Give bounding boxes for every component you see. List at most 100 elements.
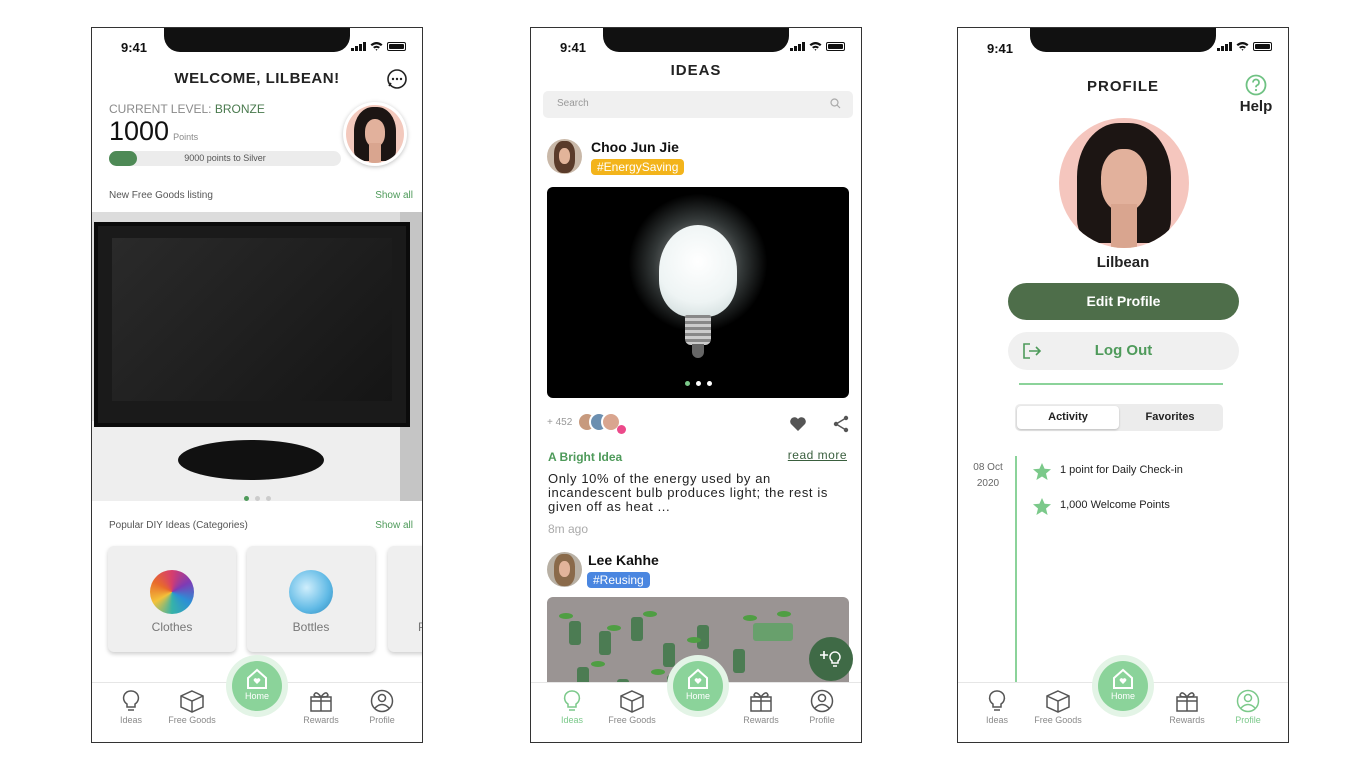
page-title: WELCOME, LILBEAN! xyxy=(174,70,340,87)
nav-free-goods[interactable]: Free Goods xyxy=(1030,689,1086,725)
listing-label: New Free Goods listing xyxy=(109,190,213,201)
nav-label: Rewards xyxy=(743,715,779,725)
nav-profile[interactable]: Profile xyxy=(354,689,410,725)
nav-free-goods[interactable]: Free Goods xyxy=(604,689,660,725)
signal-icon xyxy=(790,42,805,51)
timeline-year: 2020 xyxy=(976,478,1000,489)
box-icon xyxy=(1046,690,1070,713)
search-input[interactable]: Search xyxy=(543,91,853,118)
level-value: BRONZE xyxy=(214,102,265,116)
category-label: Clothes xyxy=(151,620,193,634)
battery-icon xyxy=(387,42,406,51)
nav-label: Ideas xyxy=(560,715,584,725)
avatar[interactable] xyxy=(547,552,582,587)
clothes-image xyxy=(150,570,194,614)
avatar[interactable] xyxy=(343,102,407,166)
nav-ideas[interactable]: Ideas xyxy=(103,689,159,725)
nav-rewards[interactable]: Rewards xyxy=(733,689,789,725)
nav-home[interactable]: Home xyxy=(232,661,282,711)
notch xyxy=(603,28,789,52)
home-icon xyxy=(688,668,708,689)
nav-ideas[interactable]: Ideas xyxy=(969,689,1025,725)
notch xyxy=(164,28,350,52)
tab-favorites[interactable]: Favorites xyxy=(1119,406,1221,429)
status-icons xyxy=(790,41,845,51)
logout-icon xyxy=(1023,343,1042,359)
timeline-date: 08 Oct 2020 xyxy=(968,460,1008,492)
user-icon xyxy=(810,689,834,713)
points-unit: Points xyxy=(173,132,199,142)
status-time: 9:41 xyxy=(560,40,587,55)
activity-text: 1 point for Daily Check-in xyxy=(1060,464,1183,476)
star-icon xyxy=(1033,463,1051,480)
divider xyxy=(1019,383,1223,385)
page-title: IDEAS xyxy=(670,62,722,79)
edit-profile-button[interactable]: Edit Profile xyxy=(1008,283,1239,320)
add-idea-button[interactable] xyxy=(809,637,853,681)
category-card-partial[interactable]: P xyxy=(388,546,422,652)
hashtag-badge[interactable]: #EnergySaving xyxy=(591,159,685,175)
notch xyxy=(1030,28,1216,52)
signal-icon xyxy=(1217,42,1232,51)
post-author[interactable]: Choo Jun Jie xyxy=(591,139,679,155)
avatar[interactable] xyxy=(1059,118,1189,248)
nav-rewards[interactable]: Rewards xyxy=(293,689,349,725)
search-icon xyxy=(830,98,841,109)
nav-label: Home xyxy=(1110,691,1135,701)
post-author[interactable]: Lee Kahhe xyxy=(588,552,659,568)
tab-activity[interactable]: Activity xyxy=(1017,406,1119,429)
nav-label: Home xyxy=(685,691,710,701)
category-list: Clothes Bottles P xyxy=(106,546,422,656)
carousel-dots[interactable] xyxy=(547,373,849,391)
show-all-diy-link[interactable]: Show all xyxy=(375,520,413,531)
status-time: 9:41 xyxy=(987,41,1014,56)
tv-image xyxy=(94,222,410,427)
nav-profile[interactable]: Profile xyxy=(794,689,850,725)
nav-free-goods[interactable]: Free Goods xyxy=(164,689,220,725)
points-display: 1000 Points xyxy=(109,116,198,147)
post-title[interactable]: A Bright Idea xyxy=(548,450,622,464)
show-all-listing-link[interactable]: Show all xyxy=(375,190,413,201)
star-icon xyxy=(1033,498,1051,515)
nav-home[interactable]: Home xyxy=(1098,661,1148,711)
log-out-button[interactable]: Log Out xyxy=(1008,332,1239,370)
gift-icon xyxy=(1176,692,1198,712)
activity-text: 1,000 Welcome Points xyxy=(1060,499,1170,511)
lightbulb-image xyxy=(659,225,737,317)
home-icon xyxy=(1113,668,1133,689)
nav-profile[interactable]: Profile xyxy=(1220,689,1276,725)
nav-label: Free Goods xyxy=(1034,715,1082,725)
heart-badge-icon xyxy=(617,425,626,434)
heart-icon[interactable] xyxy=(789,416,807,432)
ideas-screen: 9:41 IDEAS Search Choo Jun Jie #EnergySa… xyxy=(530,27,862,743)
listing-carousel-image[interactable] xyxy=(92,212,422,501)
nav-label: Ideas xyxy=(985,715,1009,725)
nav-home[interactable]: Home xyxy=(673,661,723,711)
avatar[interactable] xyxy=(547,139,582,174)
listing-header: New Free Goods listing Show all xyxy=(109,190,413,201)
user-icon xyxy=(370,689,394,713)
hashtag-badge[interactable]: #Reusing xyxy=(587,572,650,588)
timeline-day: 08 Oct xyxy=(973,462,1003,473)
activity-item: 1 point for Daily Check-in xyxy=(1032,463,1183,480)
category-card-clothes[interactable]: Clothes xyxy=(108,546,236,652)
post-body: Only 10% of the energy used by an incand… xyxy=(548,471,828,514)
nav-rewards[interactable]: Rewards xyxy=(1159,689,1215,725)
share-icon[interactable] xyxy=(833,415,849,433)
help-button[interactable]: Help xyxy=(1236,74,1276,115)
category-label: Bottles xyxy=(292,620,330,634)
level-progress-bar: 9000 points to Silver xyxy=(109,151,341,166)
profile-screen: 9:41 PROFILE Help Lilbean Edit Profile L… xyxy=(957,27,1289,743)
read-more-link[interactable]: read more xyxy=(788,448,847,462)
post-image[interactable] xyxy=(547,187,849,398)
chat-icon[interactable] xyxy=(386,68,408,90)
diy-header: Popular DIY Ideas (Categories) Show all xyxy=(109,520,413,531)
bottles-image xyxy=(289,570,333,614)
nav-ideas[interactable]: Ideas xyxy=(544,689,600,725)
nav-label: Free Goods xyxy=(168,715,216,725)
carousel-dots[interactable] xyxy=(92,488,422,506)
bottom-nav: Ideas Free Goods Home Rewards Profile xyxy=(958,661,1288,742)
help-icon xyxy=(1245,74,1267,96)
avatar-image xyxy=(346,105,404,163)
category-card-bottles[interactable]: Bottles xyxy=(247,546,375,652)
